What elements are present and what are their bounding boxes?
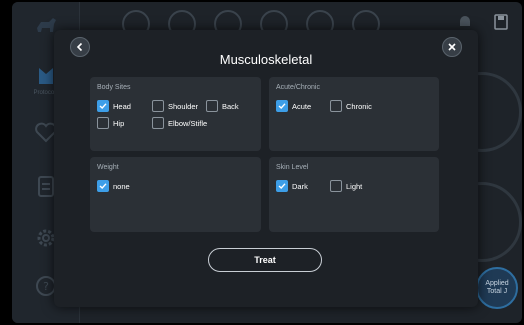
panel-body-sites: Body Sites Head Shoulder Back Hip Elbow/… <box>90 77 261 151</box>
background-right-icons <box>458 14 508 30</box>
checkbox-none[interactable] <box>97 180 109 192</box>
option-dark[interactable]: Dark <box>276 180 308 192</box>
check-icon <box>99 183 107 189</box>
check-icon <box>99 103 107 109</box>
treat-button[interactable]: Treat <box>208 248 322 272</box>
checkbox-acute[interactable] <box>276 100 288 112</box>
option-back[interactable]: Back <box>206 100 239 112</box>
checkbox-back[interactable] <box>206 100 218 112</box>
option-chronic[interactable]: Chronic <box>330 100 372 112</box>
modal-title: Musculoskeletal <box>219 52 313 67</box>
save-icon <box>494 14 508 30</box>
check-icon <box>278 103 286 109</box>
panel-title: Skin Level <box>276 164 309 171</box>
option-light[interactable]: Light <box>330 180 362 192</box>
checkbox-shoulder[interactable] <box>152 100 164 112</box>
checkbox-chronic[interactable] <box>330 100 342 112</box>
bell-icon <box>460 16 470 26</box>
option-acute[interactable]: Acute <box>276 100 311 112</box>
option-elbow-stifle[interactable]: Elbow/Stifle <box>152 117 207 129</box>
chevron-left-icon <box>76 42 83 52</box>
panel-skin-level: Skin Level Dark Light <box>269 157 439 232</box>
checkbox-elbow-stifle[interactable] <box>152 117 164 129</box>
applied-total-badge[interactable]: Applied Total J <box>476 267 518 309</box>
panel-title: Weight <box>97 164 119 171</box>
option-shoulder[interactable]: Shoulder <box>152 100 198 112</box>
checkbox-light[interactable] <box>330 180 342 192</box>
panel-weight: Weight none <box>90 157 261 232</box>
option-head[interactable]: Head <box>97 100 131 112</box>
panel-title: Body Sites <box>97 84 131 91</box>
svg-text:?: ? <box>43 280 49 293</box>
checkbox-hip[interactable] <box>97 117 109 129</box>
check-icon <box>278 183 286 189</box>
checkbox-head[interactable] <box>97 100 109 112</box>
checkbox-dark[interactable] <box>276 180 288 192</box>
panel-title: Acute/Chronic <box>276 84 320 91</box>
option-hip[interactable]: Hip <box>97 117 124 129</box>
panel-acute-chronic: Acute/Chronic Acute Chronic <box>269 77 439 151</box>
option-none[interactable]: none <box>97 180 130 192</box>
close-icon <box>448 43 456 51</box>
musculoskeletal-modal: Musculoskeletal Body Sites Head Shoulder… <box>54 30 478 307</box>
